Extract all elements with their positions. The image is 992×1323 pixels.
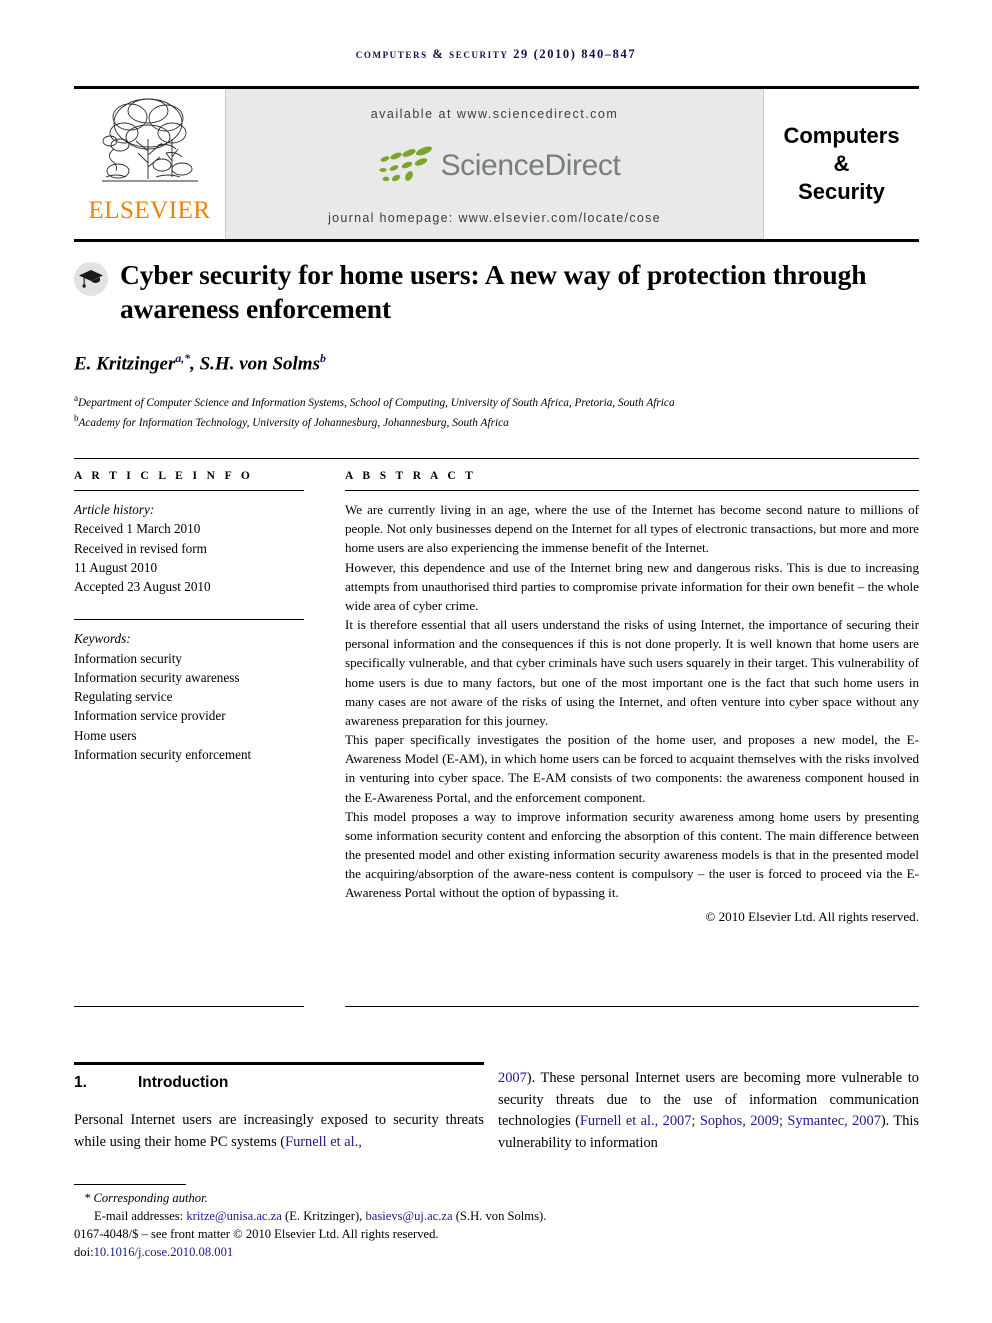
affiliation-a: aDepartment of Computer Science and Info…	[74, 392, 919, 412]
abstract-paragraph: This paper specifically investigates the…	[345, 732, 919, 805]
journal-title-line-3: Security	[798, 179, 885, 205]
intro-paragraph-left: Personal Internet users are increasingly…	[74, 1110, 484, 1153]
intro-paragraph-right: 2007). These personal Internet users are…	[498, 1068, 919, 1154]
abstract-paragraph: It is therefore essential that all users…	[345, 617, 919, 728]
elsevier-wordmark: ELSEVIER	[88, 197, 211, 224]
sciencedirect-banner: available at www.sciencedirect.com Scien…	[226, 89, 763, 239]
keyword-item: Regulating service	[74, 689, 173, 705]
info-abstract-top-rule	[74, 458, 919, 459]
affiliation-b: bAcademy for Information Technology, Uni…	[74, 412, 919, 432]
abstract-bottom-rule-left	[74, 1006, 304, 1007]
journal-title-line-1: Computers	[783, 122, 900, 148]
section-title: Introduction	[138, 1074, 229, 1091]
abstract-heading: A B S T R A C T	[345, 470, 477, 482]
abstract-paragraph: However, this dependence and use of the …	[345, 559, 919, 613]
sciencedirect-leaf-icon	[378, 146, 432, 182]
article-info-heading: A R T I C L E I N F O	[74, 470, 254, 482]
section-top-rule	[74, 1062, 484, 1065]
available-at-text: available at www.sciencedirect.com	[370, 107, 619, 121]
email-owner-2: (S.H. von Solms).	[455, 1208, 547, 1223]
corresponding-author-note: * Corresponding author.	[84, 1191, 208, 1205]
abstract-body: We are currently living in an age, where…	[345, 500, 919, 903]
footer-rule	[74, 1184, 186, 1185]
journal-article-page: Computers & Security 29 (2010) 840–847	[0, 0, 992, 1323]
issn-front-matter-line: 0167-4048/$ – see front matter © 2010 El…	[74, 1226, 439, 1241]
email-link-1[interactable]: kritze@unisa.ac.za	[186, 1209, 282, 1223]
email-owner-1: (E. Kritzinger),	[285, 1208, 363, 1223]
doi-link[interactable]: 10.1016/j.cose.2010.08.001	[94, 1245, 234, 1259]
journal-homepage-text: journal homepage: www.elsevier.com/locat…	[328, 211, 661, 225]
abstract-bottom-rule	[345, 1006, 919, 1007]
keywords-rule	[74, 619, 304, 621]
article-info-column: A R T I C L E I N F O Article history: R…	[74, 470, 304, 764]
journal-masthead: ELSEVIER available at www.sciencedirect.…	[74, 86, 919, 242]
journal-title-line-2: &	[833, 150, 850, 176]
affiliation-list: aDepartment of Computer Science and Info…	[74, 392, 919, 432]
section-heading-introduction: 1. Introduction	[74, 1074, 484, 1092]
article-history-item: Received 1 March 2010	[74, 521, 201, 537]
keywords-label: Keywords:	[74, 631, 131, 647]
journal-title: Computers & Security	[783, 122, 899, 206]
journal-title-cell: Computers & Security	[763, 89, 919, 239]
intro-text-lead: Personal Internet users are increasingly…	[74, 1112, 484, 1150]
affiliation-text-b: Academy for Information Technology, Univ…	[78, 416, 509, 429]
section-number: 1.	[74, 1074, 87, 1091]
author-list: E. Kritzingera,*, S.H. von Solmsb	[74, 352, 326, 375]
page-footer: * Corresponding author. E-mail addresses…	[74, 1184, 634, 1262]
keyword-item: Information security	[74, 650, 183, 666]
author-affil-marker-b: b	[319, 352, 326, 365]
abstract-paragraph: This model proposes a way to improve inf…	[345, 808, 919, 901]
keyword-item: Information service provider	[74, 708, 226, 724]
keyword-item: Information security enforcement	[74, 746, 252, 762]
citation-link[interactable]: Furnell et al.,	[285, 1134, 362, 1150]
citation-link[interactable]: 2007	[498, 1070, 527, 1086]
abstract-column: A B S T R A C T We are currently living …	[345, 470, 919, 925]
abstract-rule	[345, 490, 919, 491]
article-history-item: 11 August 2010	[74, 559, 158, 575]
keyword-item: Home users	[74, 727, 137, 743]
sciencedirect-wordmark: ScienceDirect	[440, 149, 621, 182]
email-link-2[interactable]: basievs@uj.ac.za	[365, 1209, 452, 1223]
elsevier-logo-cell: ELSEVIER	[74, 89, 226, 239]
sciencedirect-logo: ScienceDirect	[369, 145, 621, 187]
affiliation-text-a: Department of Computer Science and Infor…	[78, 396, 675, 409]
article-history-label: Article history:	[74, 502, 155, 517]
article-history-item: Received in revised form	[74, 540, 207, 556]
abstract-copyright: © 2010 Elsevier Ltd. All rights reserved…	[705, 908, 919, 924]
body-column-right: 2007). These personal Internet users are…	[498, 1068, 919, 1154]
author-affil-marker-a: a,*	[175, 352, 191, 365]
graduation-cap-icon	[74, 262, 108, 296]
email-label: E-mail addresses:	[94, 1208, 184, 1223]
title-block: Cyber security for home users: A new way…	[74, 258, 919, 325]
body-column-left: 1. Introduction Personal Internet users …	[74, 1068, 484, 1153]
keyword-item: Information security awareness	[74, 669, 240, 685]
email-addresses-line: E-mail addresses: kritze@unisa.ac.za (E.…	[74, 1208, 634, 1226]
article-info-rule	[74, 490, 304, 491]
page-title: Cyber security for home users: A new way…	[120, 259, 867, 324]
abstract-paragraph: We are currently living in an age, where…	[345, 502, 919, 556]
running-head: Computers & Security 29 (2010) 840–847	[355, 47, 637, 61]
citation-link[interactable]: Furnell et al., 2007; Sophos, 2009; Syma…	[580, 1113, 881, 1129]
article-history-item: Accepted 23 August 2010	[74, 579, 211, 595]
doi-line: doi:10.1016/j.cose.2010.08.001	[74, 1244, 634, 1262]
elsevier-tree-logo	[101, 98, 198, 182]
doi-label: doi:	[74, 1244, 94, 1259]
